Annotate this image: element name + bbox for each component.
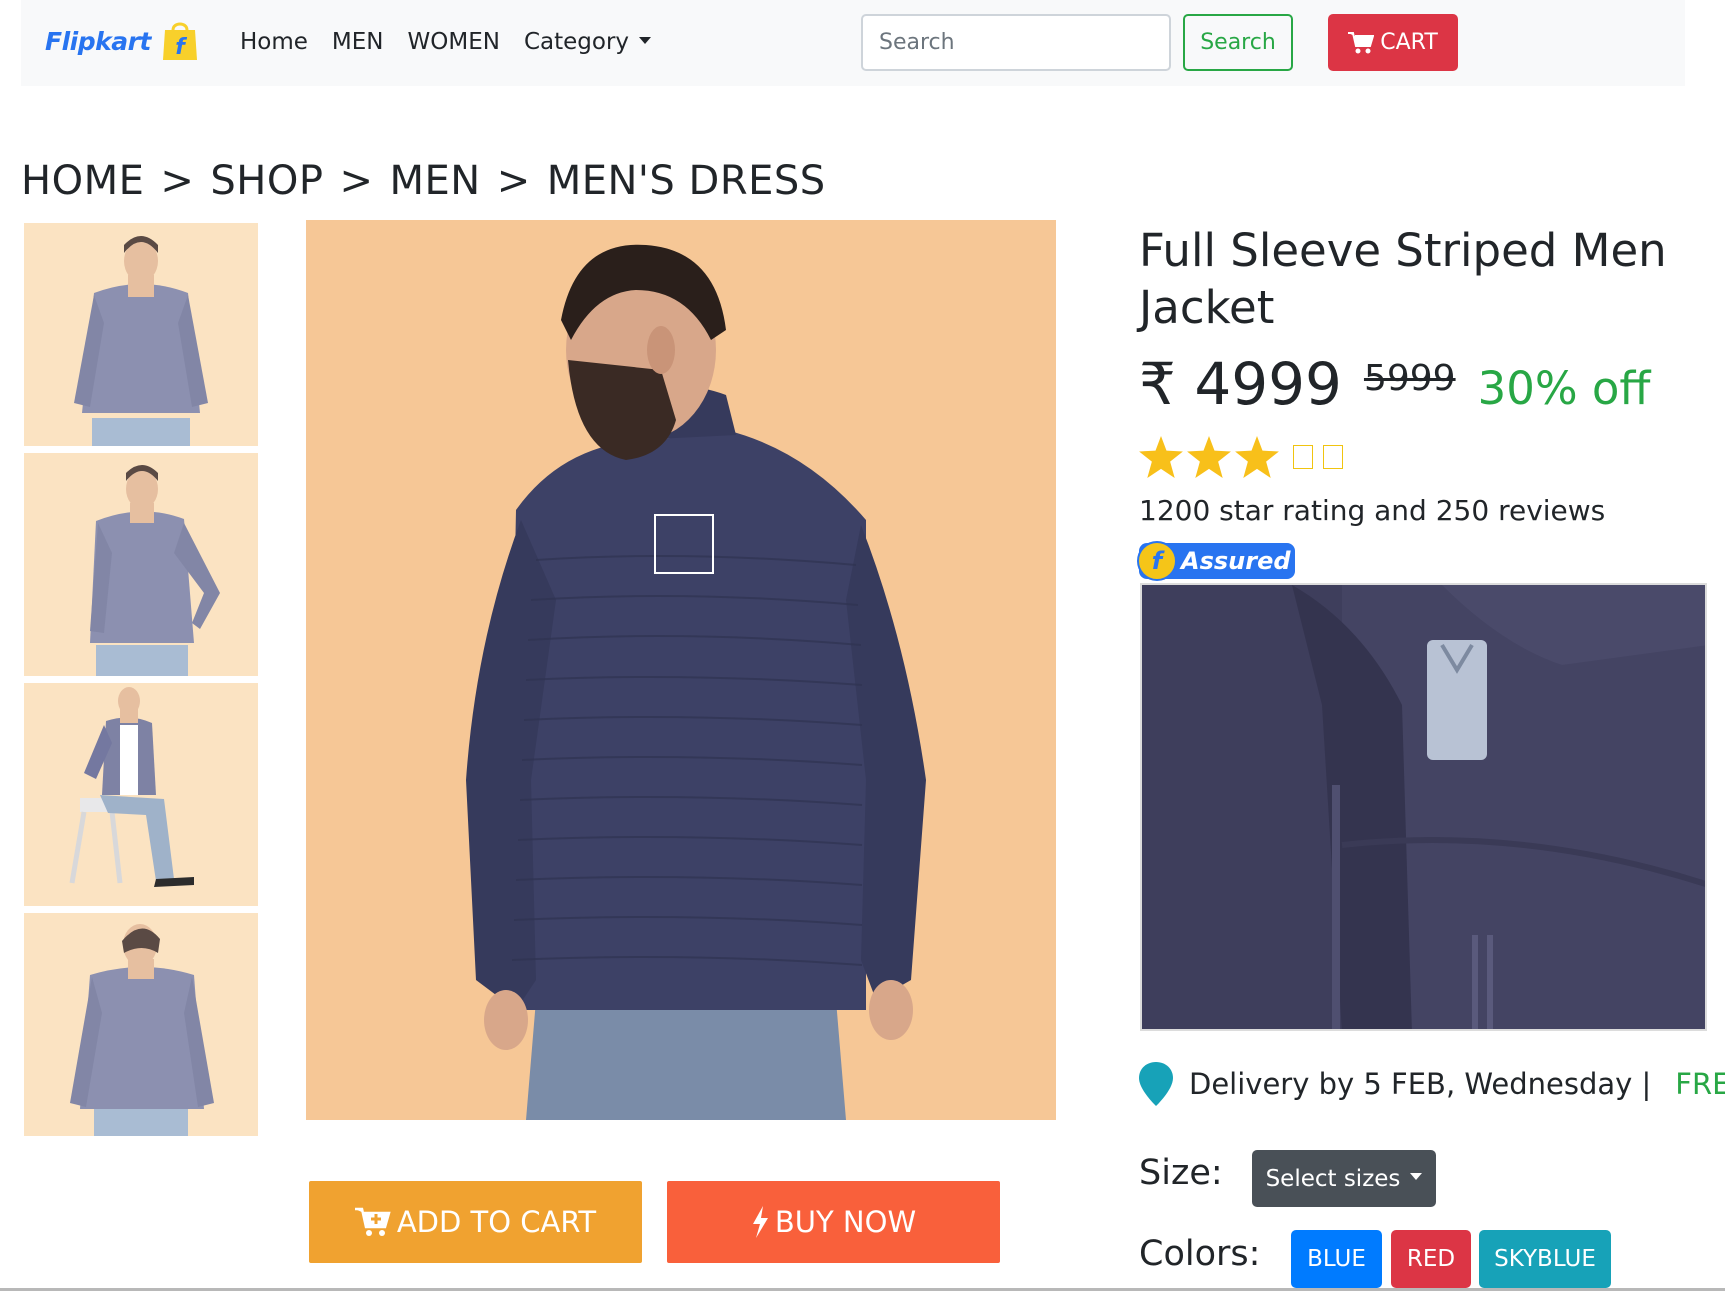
chevron-down-icon: [639, 37, 652, 44]
price-original: 5999: [1363, 358, 1456, 399]
brand-name: Flipkart: [45, 26, 151, 56]
star-empty-icon: [1323, 445, 1343, 469]
cart-button[interactable]: CART: [1328, 14, 1458, 71]
assured-label: Assured: [1181, 547, 1291, 575]
product-thumbnail-back[interactable]: [24, 913, 258, 1136]
breadcrumb-separator: >: [160, 158, 195, 204]
breadcrumb-separator: >: [496, 158, 531, 204]
add-to-cart-label: ADD TO CART: [396, 1205, 597, 1239]
delivery-info: Delivery by 5 FEB, Wednesday | FREE: [1139, 1062, 1725, 1106]
search-button[interactable]: Search: [1183, 14, 1293, 71]
colors-label: Colors:: [1139, 1234, 1261, 1274]
zoomed-product-photo: [1142, 585, 1705, 1029]
price-row: ₹ 4999 5999 30% off: [1139, 350, 1650, 418]
buy-now-label: BUY NOW: [774, 1205, 917, 1239]
assured-badge: f Assured: [1137, 541, 1295, 581]
breadcrumb-home[interactable]: HOME: [21, 158, 144, 204]
product-thumbnail-side[interactable]: [24, 453, 258, 676]
color-red-button[interactable]: RED: [1391, 1230, 1471, 1288]
breadcrumb-mens-dress[interactable]: MEN'S DRESS: [547, 158, 826, 204]
size-select-dropdown[interactable]: Select sizes: [1252, 1150, 1436, 1207]
shopping-bag-icon: f: [162, 22, 197, 60]
color-blue-button[interactable]: BLUE: [1291, 1230, 1382, 1288]
buy-now-button[interactable]: BUY NOW: [667, 1181, 1000, 1263]
product-photo: [24, 913, 258, 1136]
location-pin-icon: [1139, 1062, 1173, 1106]
size-label: Size:: [1139, 1153, 1223, 1193]
brand-logo[interactable]: Flipkart f: [45, 20, 201, 62]
star-filled-icon: [1139, 436, 1183, 478]
color-skyblue-button[interactable]: SKYBLUE: [1479, 1230, 1611, 1288]
rating-summary: 1200 star rating and 250 reviews: [1139, 494, 1606, 527]
delivery-fee: FREE: [1675, 1067, 1725, 1101]
zoom-lens[interactable]: [654, 514, 714, 574]
price-current: ₹ 4999: [1139, 350, 1342, 418]
star-empty-icon: [1293, 445, 1313, 469]
discount-badge: 30% off: [1477, 362, 1651, 415]
breadcrumb-shop[interactable]: SHOP: [210, 158, 323, 204]
product-thumbnail-seated[interactable]: [24, 683, 258, 906]
navbar: Flipkart f Home MEN WOMEN Category Searc…: [21, 0, 1685, 86]
product-photo: [306, 220, 1056, 1120]
product-thumbnail-front[interactable]: [24, 223, 258, 446]
nav-category-dropdown[interactable]: Category: [523, 26, 652, 58]
breadcrumb: HOME > SHOP > MEN > MEN'S DRESS: [21, 158, 826, 204]
breadcrumb-separator: >: [339, 158, 374, 204]
price-value: 4999: [1194, 350, 1342, 418]
add-to-cart-button[interactable]: ADD TO CART: [309, 1181, 642, 1263]
nav-links: Home MEN WOMEN Category: [240, 26, 675, 58]
star-filled-icon: [1187, 436, 1231, 478]
rupee-icon: ₹: [1139, 350, 1176, 418]
thumbnail-list: [24, 223, 258, 1143]
product-main-image[interactable]: [306, 220, 1056, 1120]
star-rating: [1139, 436, 1343, 478]
nav-men[interactable]: MEN: [332, 26, 384, 58]
star-filled-icon: [1235, 436, 1279, 478]
product-photo: [24, 223, 258, 446]
chevron-down-icon: [1410, 1173, 1423, 1180]
shopping-cart-icon: [1348, 31, 1375, 53]
search-input[interactable]: [861, 14, 1171, 71]
flipkart-coin-icon: f: [1137, 541, 1177, 581]
cart-button-label: CART: [1380, 30, 1438, 55]
nav-home[interactable]: Home: [240, 26, 308, 58]
product-photo: [24, 683, 258, 906]
product-photo: [24, 453, 258, 676]
breadcrumb-men[interactable]: MEN: [389, 158, 480, 204]
product-title: Full Sleeve Striped Men Jacket: [1139, 224, 1667, 334]
zoom-preview: [1140, 583, 1707, 1031]
cart-plus-icon: [354, 1207, 391, 1236]
lightning-bolt-icon: [752, 1206, 768, 1238]
size-select-label: Select sizes: [1265, 1165, 1401, 1192]
delivery-date: Delivery by 5 FEB, Wednesday |: [1189, 1067, 1652, 1101]
nav-category-label: Category: [523, 29, 630, 55]
nav-women[interactable]: WOMEN: [408, 26, 500, 58]
